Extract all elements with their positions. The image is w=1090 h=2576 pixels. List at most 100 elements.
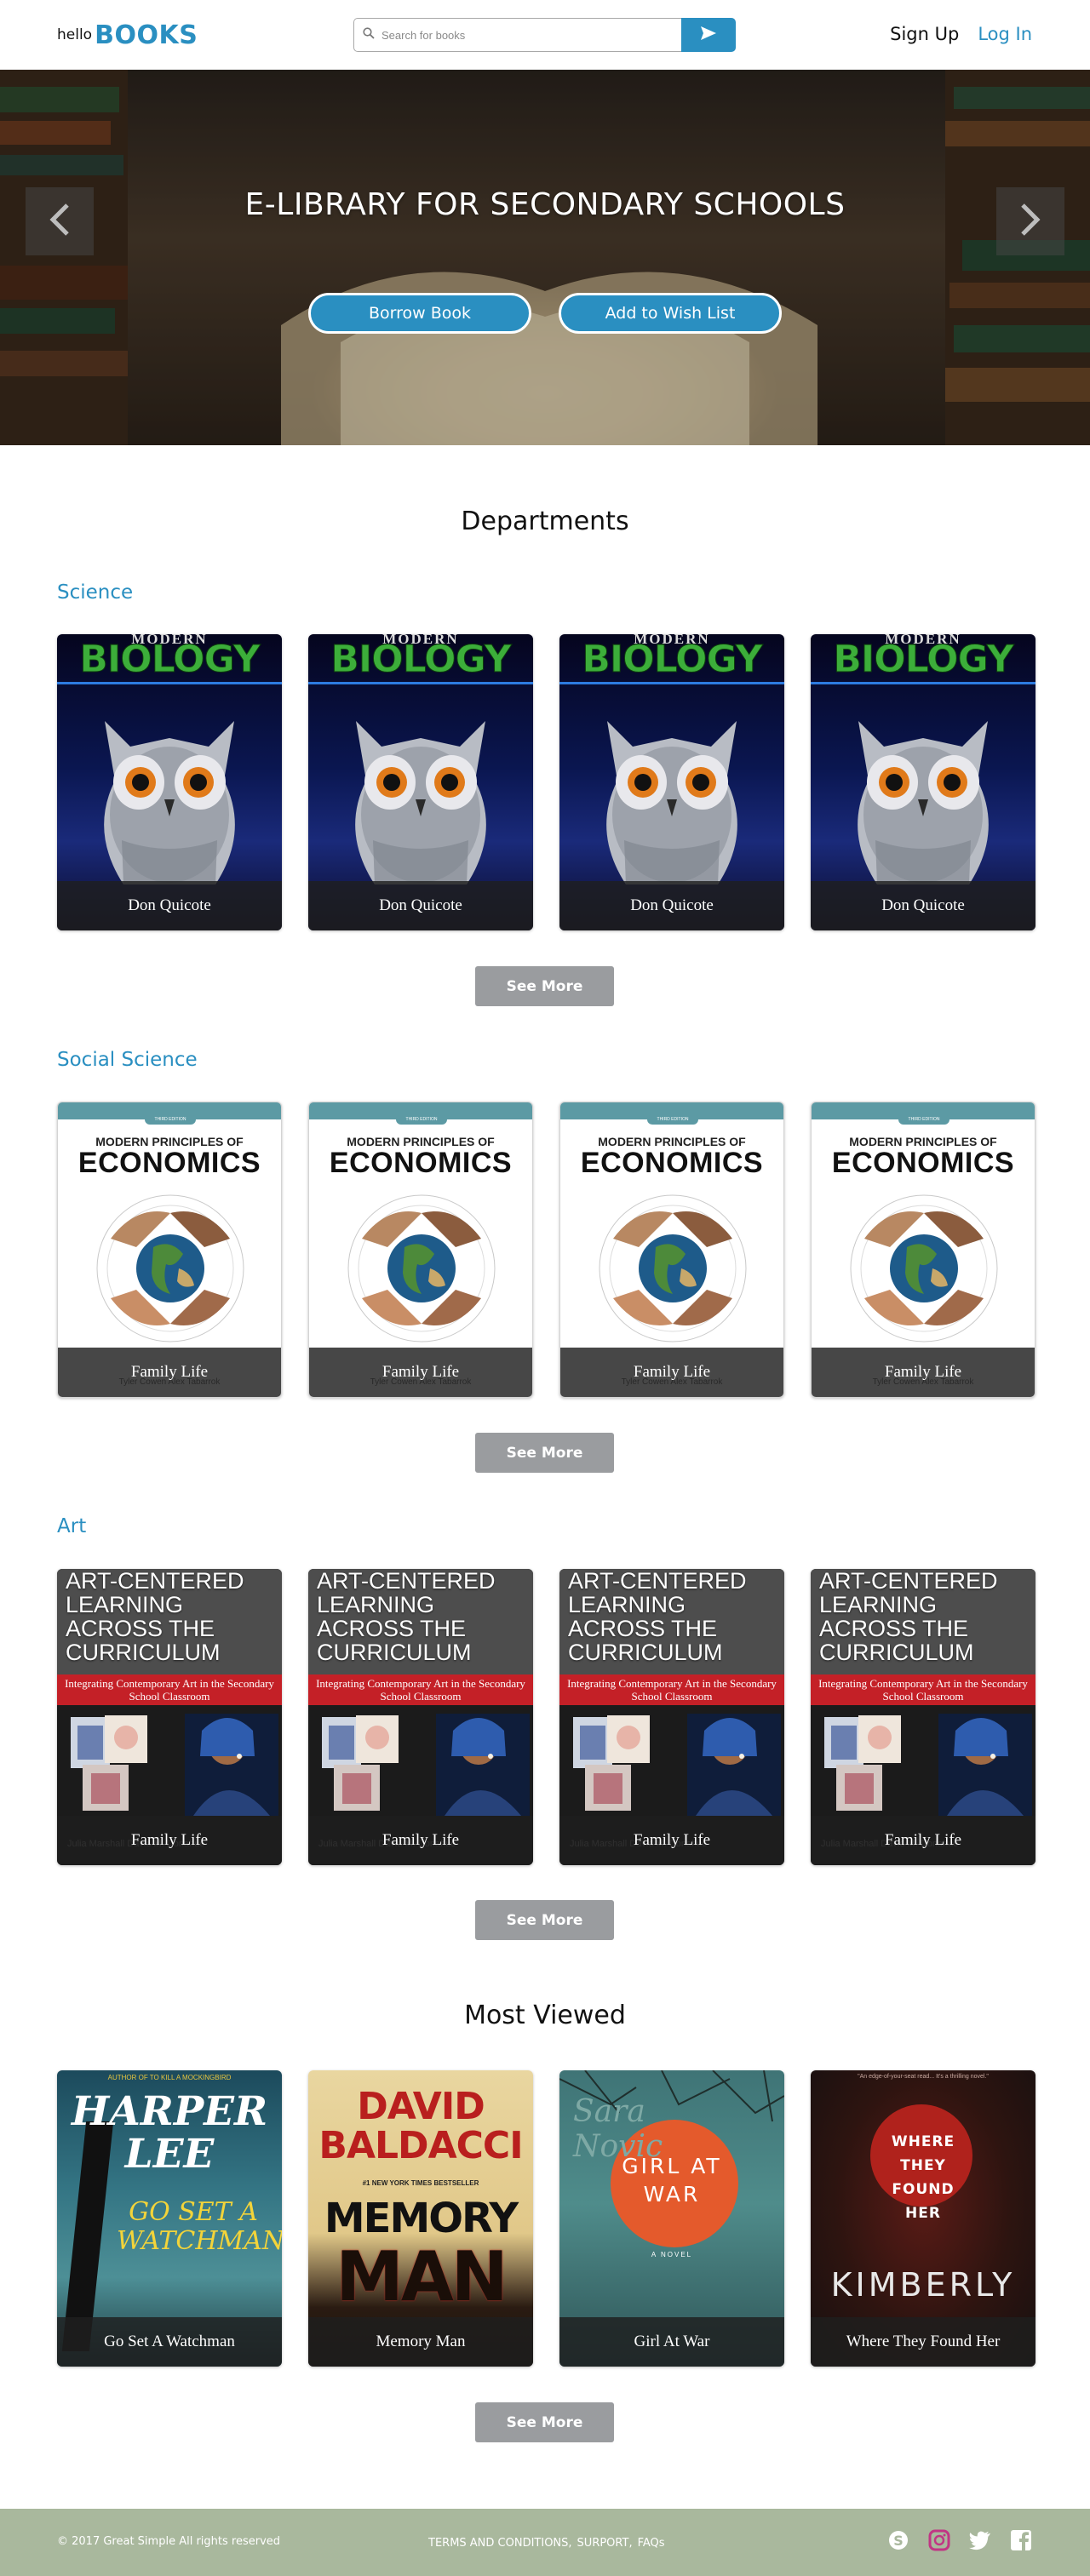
department-see-more-button[interactable]: See More: [475, 1433, 614, 1473]
search-submit-button[interactable]: [681, 18, 736, 52]
most-viewed-card[interactable]: "An edge-of-your-seat read... It's a thr…: [811, 2070, 1036, 2367]
logo-small-text: hello: [57, 26, 93, 43]
most-viewed-card[interactable]: DAVID BALDACCI #1 NEW YORK TIMES BESTSEL…: [308, 2070, 533, 2367]
instagram-icon[interactable]: [928, 2529, 950, 2551]
cover-title: ECONOMICS: [329, 1147, 513, 1179]
cover-title: ART-CENTERED LEARNING ACROSS THE CURRICU…: [66, 1569, 244, 1665]
art-collage: [573, 1714, 781, 1816]
hero-title: E-LIBRARY FOR SECONDARY SCHOOLS: [244, 187, 846, 222]
skype-icon[interactable]: S: [887, 2529, 909, 2551]
facebook-icon[interactable]: [1010, 2529, 1032, 2551]
globe-illustration: [850, 1194, 998, 1342]
book-card[interactable]: MODERN BIOLOGY Don Quicote: [559, 634, 784, 930]
cover-title: BIOLOGY: [330, 638, 512, 682]
book-caption: Family Life: [559, 1816, 784, 1865]
most-viewed-card[interactable]: GIRL AT WAR A NOVEL Sara Novic Girl At W…: [559, 2070, 784, 2367]
cover-quote: "An edge-of-your-seat read... It's a thr…: [858, 2074, 989, 2080]
cover-author: Sara Novic: [573, 2094, 663, 2164]
book-caption: Don Quicote: [559, 881, 784, 930]
header: hello BOOKS Sign Up Log In: [0, 0, 1090, 70]
art-collage: [322, 1714, 530, 1816]
cover-edition: THIRD EDITION: [647, 1114, 698, 1125]
borrow-book-button[interactable]: Borrow Book: [308, 293, 531, 334]
cover-author: HARPER LEE: [71, 2088, 268, 2178]
book-caption: Family Life: [58, 1348, 281, 1397]
book-caption: Where They Found Her: [811, 2317, 1036, 2367]
book-card[interactable]: ART-CENTERED LEARNING ACROSS THE CURRICU…: [57, 1569, 282, 1865]
owl-illustration: [104, 721, 235, 884]
hero-banner: E-LIBRARY FOR SECONDARY SCHOOLS Borrow B…: [0, 70, 1090, 445]
cover-title: BIOLOGY: [833, 638, 1014, 682]
cover-author: DAVID BALDACCI: [318, 2085, 523, 2167]
cover-bar: [57, 682, 282, 684]
search-box: [353, 18, 681, 52]
add-to-wishlist-button[interactable]: Add to Wish List: [559, 293, 782, 334]
owl-illustration: [858, 721, 989, 884]
twitter-icon[interactable]: [969, 2529, 991, 2551]
book-caption: Family Life: [308, 1816, 533, 1865]
cover-title: ART-CENTERED LEARNING ACROSS THE CURRICU…: [317, 1569, 496, 1665]
globe-illustration: [347, 1194, 496, 1342]
terms-link[interactable]: TERMS AND CONDITIONS,: [428, 2537, 572, 2550]
book-caption: Don Quicote: [811, 881, 1036, 930]
cover-subtitle: Integrating Contemporary Art in the Seco…: [559, 1674, 784, 1705]
cover-edition: THIRD EDITION: [145, 1114, 196, 1125]
book-caption: Family Life: [812, 1348, 1035, 1397]
support-link[interactable]: SURPORT,: [577, 2537, 633, 2550]
cover-title: ECONOMICS: [831, 1147, 1015, 1179]
cover-title: ECONOMICS: [580, 1147, 764, 1179]
department-title[interactable]: Art: [57, 1515, 86, 1537]
book-card[interactable]: THIRD EDITION MODERN PRINCIPLES OF ECONOMI…: [57, 1102, 282, 1398]
cover-title: BIOLOGY: [582, 638, 763, 682]
book-card[interactable]: THIRD EDITION MODERN PRINCIPLES OF ECONOMI…: [308, 1102, 533, 1398]
book-caption: Don Quicote: [308, 881, 533, 930]
department-see-more-button[interactable]: See More: [475, 966, 614, 1006]
logo[interactable]: hello BOOKS: [57, 20, 198, 50]
most-viewed-see-more-button[interactable]: See More: [475, 2402, 614, 2442]
cover-bar: [811, 682, 1036, 684]
art-collage: [71, 1714, 278, 1816]
department-book-row: MODERN BIOLOGY Don Quicote MODERN BIOLOGY Don…: [57, 634, 1036, 930]
book-card[interactable]: MODERN BIOLOGY Don Quicote: [57, 634, 282, 930]
book-card[interactable]: THIRD EDITION MODERN PRINCIPLES OF ECONOMI…: [811, 1102, 1036, 1398]
book-card[interactable]: MODERN BIOLOGY Don Quicote: [811, 634, 1036, 930]
department-title[interactable]: Science: [57, 581, 133, 604]
faq-link[interactable]: FAQs: [638, 2537, 665, 2550]
book-caption: Family Life: [309, 1348, 532, 1397]
art-collage: [824, 1714, 1032, 1816]
book-card[interactable]: ART-CENTERED LEARNING ACROSS THE CURRICU…: [308, 1569, 533, 1865]
book-caption: Family Life: [560, 1348, 783, 1397]
book-card[interactable]: THIRD EDITION MODERN PRINCIPLES OF ECONOMI…: [559, 1102, 784, 1398]
globe-illustration: [599, 1194, 747, 1342]
search-icon: [363, 26, 375, 43]
signup-link[interactable]: Sign Up: [890, 24, 959, 44]
departments-heading: Departments: [461, 507, 629, 536]
cover-edition: THIRD EDITION: [898, 1114, 949, 1125]
cover-subtitle: Integrating Contemporary Art in the Seco…: [811, 1674, 1036, 1705]
cover-tagline: #1 NEW YORK TIMES BESTSELLER: [362, 2179, 479, 2187]
department-title[interactable]: Social Science: [57, 1049, 198, 1071]
most-viewed-card[interactable]: AUTHOR OF TO KILL A MOCKINGBIRD HARPER L…: [57, 2070, 282, 2367]
globe-illustration: [96, 1194, 244, 1342]
svg-text:S: S: [893, 2533, 904, 2549]
department-book-row: THIRD EDITION MODERN PRINCIPLES OF ECONOMI…: [57, 1102, 1036, 1398]
auth-links: Sign Up Log In: [890, 24, 1032, 44]
logo-big-text: BOOKS: [95, 20, 198, 50]
cover-tagline: AUTHOR OF TO KILL A MOCKINGBIRD: [107, 2074, 232, 2081]
login-link[interactable]: Log In: [978, 24, 1032, 44]
book-caption: Girl At War: [559, 2317, 784, 2367]
cover-bar: [308, 682, 533, 684]
book-card[interactable]: ART-CENTERED LEARNING ACROSS THE CURRICU…: [811, 1569, 1036, 1865]
book-caption: Family Life: [57, 1816, 282, 1865]
book-caption: Go Set A Watchman: [57, 2317, 282, 2367]
book-card[interactable]: ART-CENTERED LEARNING ACROSS THE CURRICU…: [559, 1569, 784, 1865]
cover-title-line1: MEMORY: [324, 2195, 519, 2242]
cover-title: ART-CENTERED LEARNING ACROSS THE CURRICU…: [568, 1569, 747, 1665]
search-input[interactable]: [382, 28, 681, 42]
cover-title: WHERE THEY FOUND HER: [811, 2130, 1036, 2225]
book-card[interactable]: MODERN BIOLOGY Don Quicote: [308, 634, 533, 930]
department-see-more-button[interactable]: See More: [475, 1900, 614, 1940]
cover-title: GO SET A WATCHMAN: [117, 2197, 282, 2256]
cover-title-text: WHERE THEY FOUND HER: [891, 2133, 955, 2222]
most-viewed-heading: Most Viewed: [464, 2001, 626, 2030]
